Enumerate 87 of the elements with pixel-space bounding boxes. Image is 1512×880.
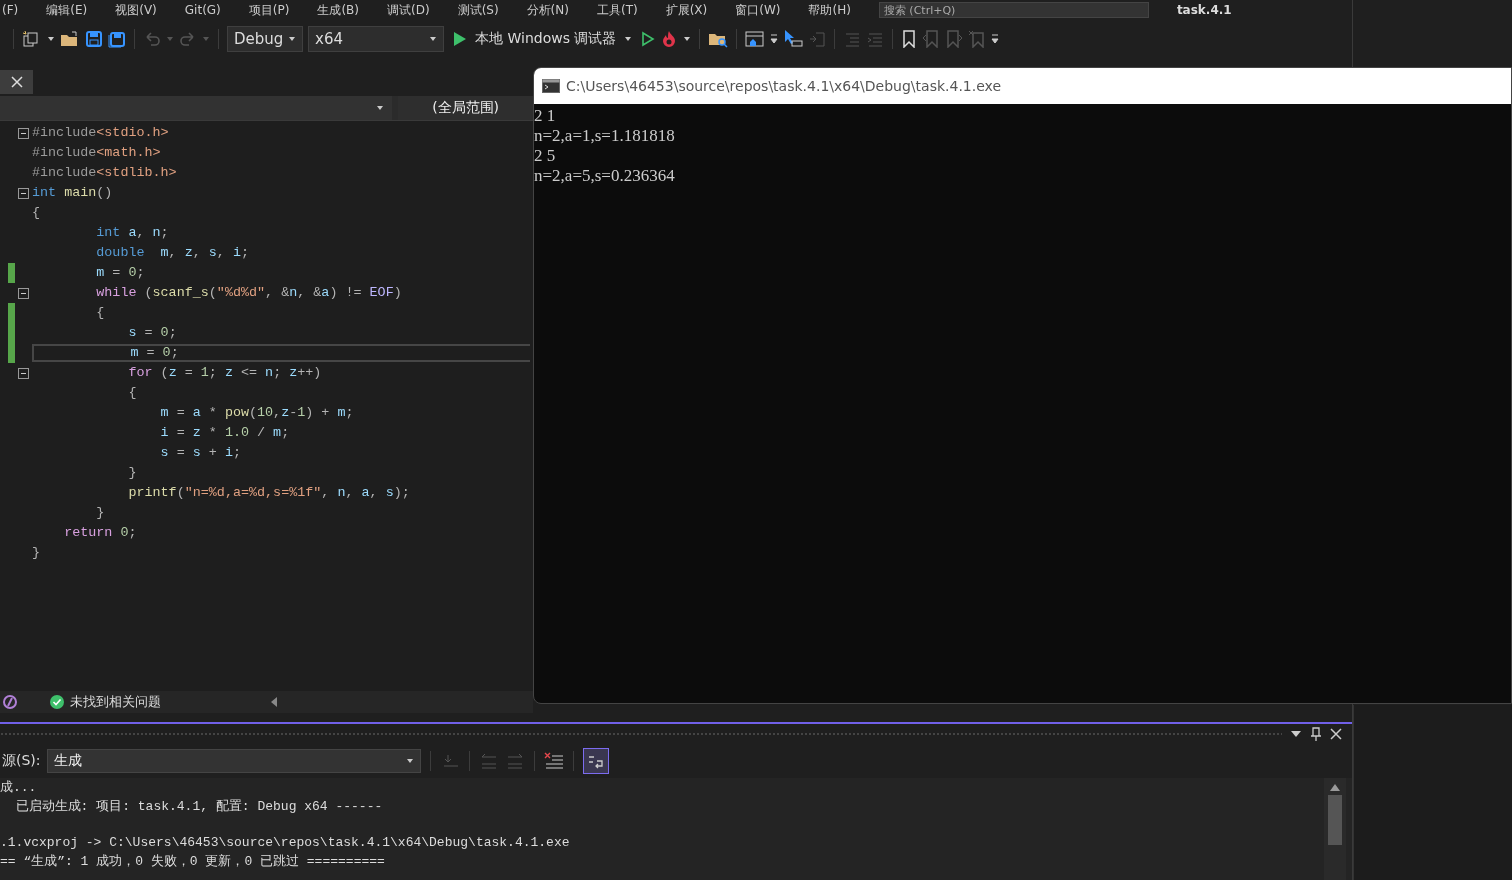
caret-icon bbox=[624, 35, 633, 43]
code-line: m = 0; bbox=[95, 264, 146, 282]
open-folder-icon[interactable] bbox=[60, 30, 80, 48]
code-line: } bbox=[32, 544, 42, 562]
code-line: while (scanf_s("%d%d", &n, &a) != EOF) bbox=[95, 284, 403, 302]
overflow-icon[interactable] bbox=[770, 34, 779, 44]
menu-item[interactable]: 测试(S) bbox=[457, 1, 499, 19]
code-line: #include<stdlib.h> bbox=[32, 164, 178, 182]
console-line: n=2,a=1,s=1.181818 bbox=[534, 126, 676, 146]
collapse-icon[interactable] bbox=[18, 287, 29, 299]
code-line: } bbox=[127, 464, 138, 482]
code-line: #include<stdio.h> bbox=[32, 124, 170, 142]
menu-item[interactable]: 编辑(E) bbox=[46, 1, 88, 19]
code-line: int main() bbox=[32, 184, 114, 202]
menu-item[interactable]: 工具(T) bbox=[596, 1, 638, 19]
menu-item[interactable]: 分析(N) bbox=[526, 1, 569, 19]
bookmark-icon[interactable] bbox=[901, 30, 918, 48]
output-line: == “生成”: 1 成功，0 失败，0 更新，0 已跳过 ========== bbox=[0, 852, 386, 871]
scroll-left-icon[interactable] bbox=[270, 697, 278, 707]
output-line: .1.vcxproj -> C:\Users\46453\source\repos\task.4.1\x64\Debug\task.4.1.exe bbox=[0, 834, 571, 852]
collapse-icon[interactable] bbox=[18, 367, 29, 379]
code-line: s = s + i; bbox=[159, 444, 242, 462]
output-line: 成... bbox=[0, 779, 38, 797]
caret-icon bbox=[376, 104, 385, 112]
code-line: { bbox=[127, 384, 138, 402]
menu-item[interactable]: 项目(P) bbox=[248, 1, 290, 19]
play-icon bbox=[453, 31, 467, 47]
close-icon[interactable] bbox=[1330, 728, 1342, 740]
save-icon[interactable] bbox=[85, 30, 103, 48]
menu-item[interactable]: 帮助(H) bbox=[808, 1, 851, 19]
code-line: #include<math.h> bbox=[32, 144, 162, 162]
close-icon bbox=[10, 76, 23, 88]
close-tab-button[interactable] bbox=[0, 70, 33, 94]
configuration-dropdown[interactable]: Debug bbox=[227, 26, 303, 52]
source-dropdown[interactable]: 生成 bbox=[46, 749, 421, 773]
word-wrap-icon bbox=[586, 753, 605, 769]
menu-item[interactable]: 窗口(W) bbox=[735, 1, 781, 19]
menu-item[interactable]: 生成(B) bbox=[317, 1, 359, 19]
code-line: { bbox=[95, 304, 106, 322]
scroll-thumb[interactable] bbox=[1328, 795, 1342, 845]
caret-icon[interactable] bbox=[1290, 730, 1302, 738]
console-line: 2 1 bbox=[534, 106, 557, 126]
issues-status: 未找到相关问题 bbox=[70, 693, 162, 711]
code-line: } bbox=[95, 504, 106, 522]
code-line: i = z * 1.0 / m; bbox=[159, 424, 291, 442]
save-all-icon[interactable] bbox=[108, 30, 126, 48]
run-debugger-button[interactable]: 本地 Windows 调试器 bbox=[449, 30, 637, 48]
code-line: for (z = 1; z <= n; z++) bbox=[127, 364, 323, 382]
console-icon bbox=[542, 79, 560, 93]
code-line: printf("n=%d,a=%d,s=%1f", n, a, s); bbox=[127, 484, 411, 502]
caret-icon bbox=[429, 35, 437, 43]
code-line: int a, n; bbox=[95, 224, 170, 242]
code-line: m = a * pow(10,z-1) + m; bbox=[159, 404, 355, 422]
check-circle-icon bbox=[50, 695, 64, 709]
overflow-icon[interactable] bbox=[991, 34, 1000, 44]
word-wrap-button[interactable] bbox=[582, 748, 609, 774]
console-line: 2 5 bbox=[534, 146, 557, 166]
scrollbar[interactable] bbox=[1324, 778, 1346, 880]
source-label: 源(S): bbox=[2, 752, 41, 770]
menu-item[interactable]: 扩展(X) bbox=[665, 1, 708, 19]
solution-title: task.4.1 bbox=[1176, 3, 1232, 17]
collapse-icon[interactable] bbox=[18, 127, 29, 139]
console-line: n=2,a=5,s=0.236364 bbox=[534, 166, 676, 186]
pin-icon[interactable] bbox=[1310, 727, 1322, 741]
code-line: { bbox=[32, 204, 42, 222]
code-line: s = 0; bbox=[127, 324, 178, 342]
cursor-icon[interactable] bbox=[783, 29, 804, 49]
caret-icon[interactable] bbox=[683, 35, 692, 43]
menu-item[interactable]: (F) bbox=[2, 3, 19, 17]
code-line: m = 0; bbox=[32, 344, 530, 362]
caret-icon[interactable] bbox=[47, 35, 55, 43]
code-line: double m, z, s, i; bbox=[95, 244, 251, 262]
code-line: return 0; bbox=[63, 524, 138, 542]
scroll-up-icon[interactable] bbox=[1330, 784, 1340, 791]
caret-icon bbox=[405, 757, 414, 765]
menu-item[interactable]: 视图(V) bbox=[115, 1, 157, 19]
console-title: C:\Users\46453\source\repos\task.4.1\x64\Debug\task.4.1.exe bbox=[566, 78, 1002, 94]
output-line: 已启动生成: 项目: task.4.1, 配置: Debug x64 ------ bbox=[14, 797, 384, 816]
search-field[interactable]: 搜索 (Ctrl+Q) bbox=[878, 2, 1149, 18]
caret-icon bbox=[288, 35, 296, 43]
menu-item[interactable]: Git(G) bbox=[184, 3, 221, 17]
collapse-icon[interactable] bbox=[18, 187, 29, 199]
play-outline-icon[interactable] bbox=[641, 31, 656, 47]
clear-all-icon[interactable] bbox=[543, 752, 564, 770]
menu-item[interactable]: 调试(D) bbox=[387, 1, 430, 19]
window-home-icon[interactable] bbox=[745, 30, 766, 48]
platform-dropdown[interactable]: x64 bbox=[308, 26, 444, 52]
